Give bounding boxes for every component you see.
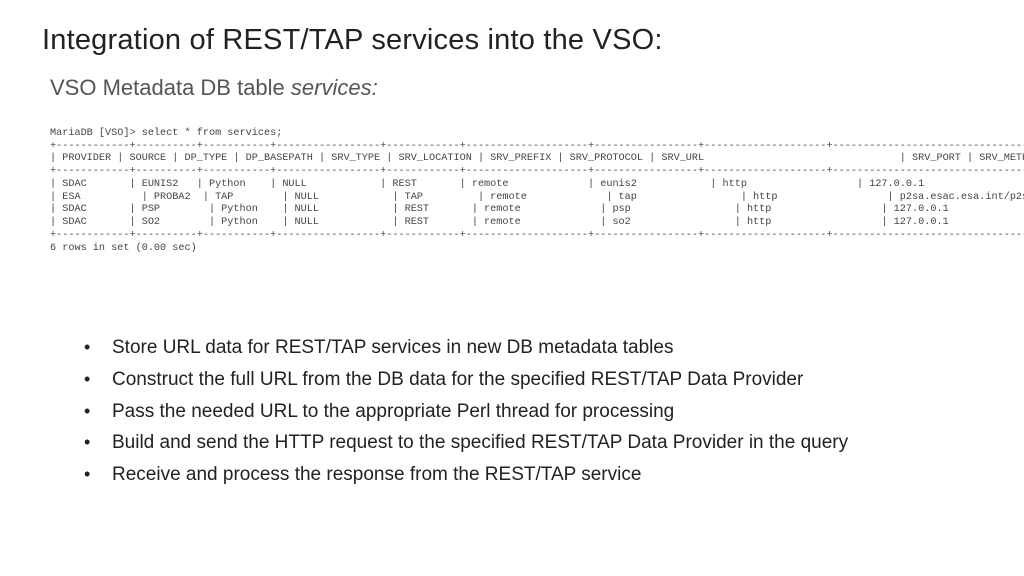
bullet-list: Store URL data for REST/TAP services in … [84, 335, 982, 487]
table-row: | SDAC | SO2 | Python | NULL | REST | re… [50, 217, 1024, 228]
table-row: | SDAC | EUNIS2 | Python | NULL | REST |… [50, 179, 1024, 190]
console-footer: 6 rows in set (0.00 sec) [50, 243, 197, 254]
subtitle: VSO Metadata DB table services: [50, 75, 982, 101]
list-item: Pass the needed URL to the appropriate P… [84, 399, 982, 425]
console-border-mid: +------------+----------+-----------+---… [50, 166, 1024, 177]
subtitle-prefix: VSO Metadata DB table [50, 75, 291, 100]
table-row: | SDAC | PSP | Python | NULL | REST | re… [50, 204, 1024, 215]
list-item: Receive and process the response from th… [84, 462, 982, 488]
console-border-bot: +------------+----------+-----------+---… [50, 230, 1024, 241]
console-command: MariaDB [VSO]> select * from services; [50, 128, 282, 139]
console-header: | PROVIDER | SOURCE | DP_TYPE | DP_BASEP… [50, 153, 1024, 164]
table-row: | ESA | PROBA2 | TAP | NULL | TAP | remo… [50, 192, 1024, 203]
list-item: Construct the full URL from the DB data … [84, 367, 982, 393]
slide: Integration of REST/TAP services into th… [0, 0, 1024, 487]
list-item: Build and send the HTTP request to the s… [84, 430, 982, 456]
subtitle-italic: services: [291, 75, 378, 100]
list-item: Store URL data for REST/TAP services in … [84, 335, 982, 361]
console-border-top: +------------+----------+-----------+---… [50, 141, 1024, 152]
console-output: MariaDB [VSO]> select * from services; +… [50, 115, 982, 255]
page-title: Integration of REST/TAP services into th… [42, 24, 982, 57]
